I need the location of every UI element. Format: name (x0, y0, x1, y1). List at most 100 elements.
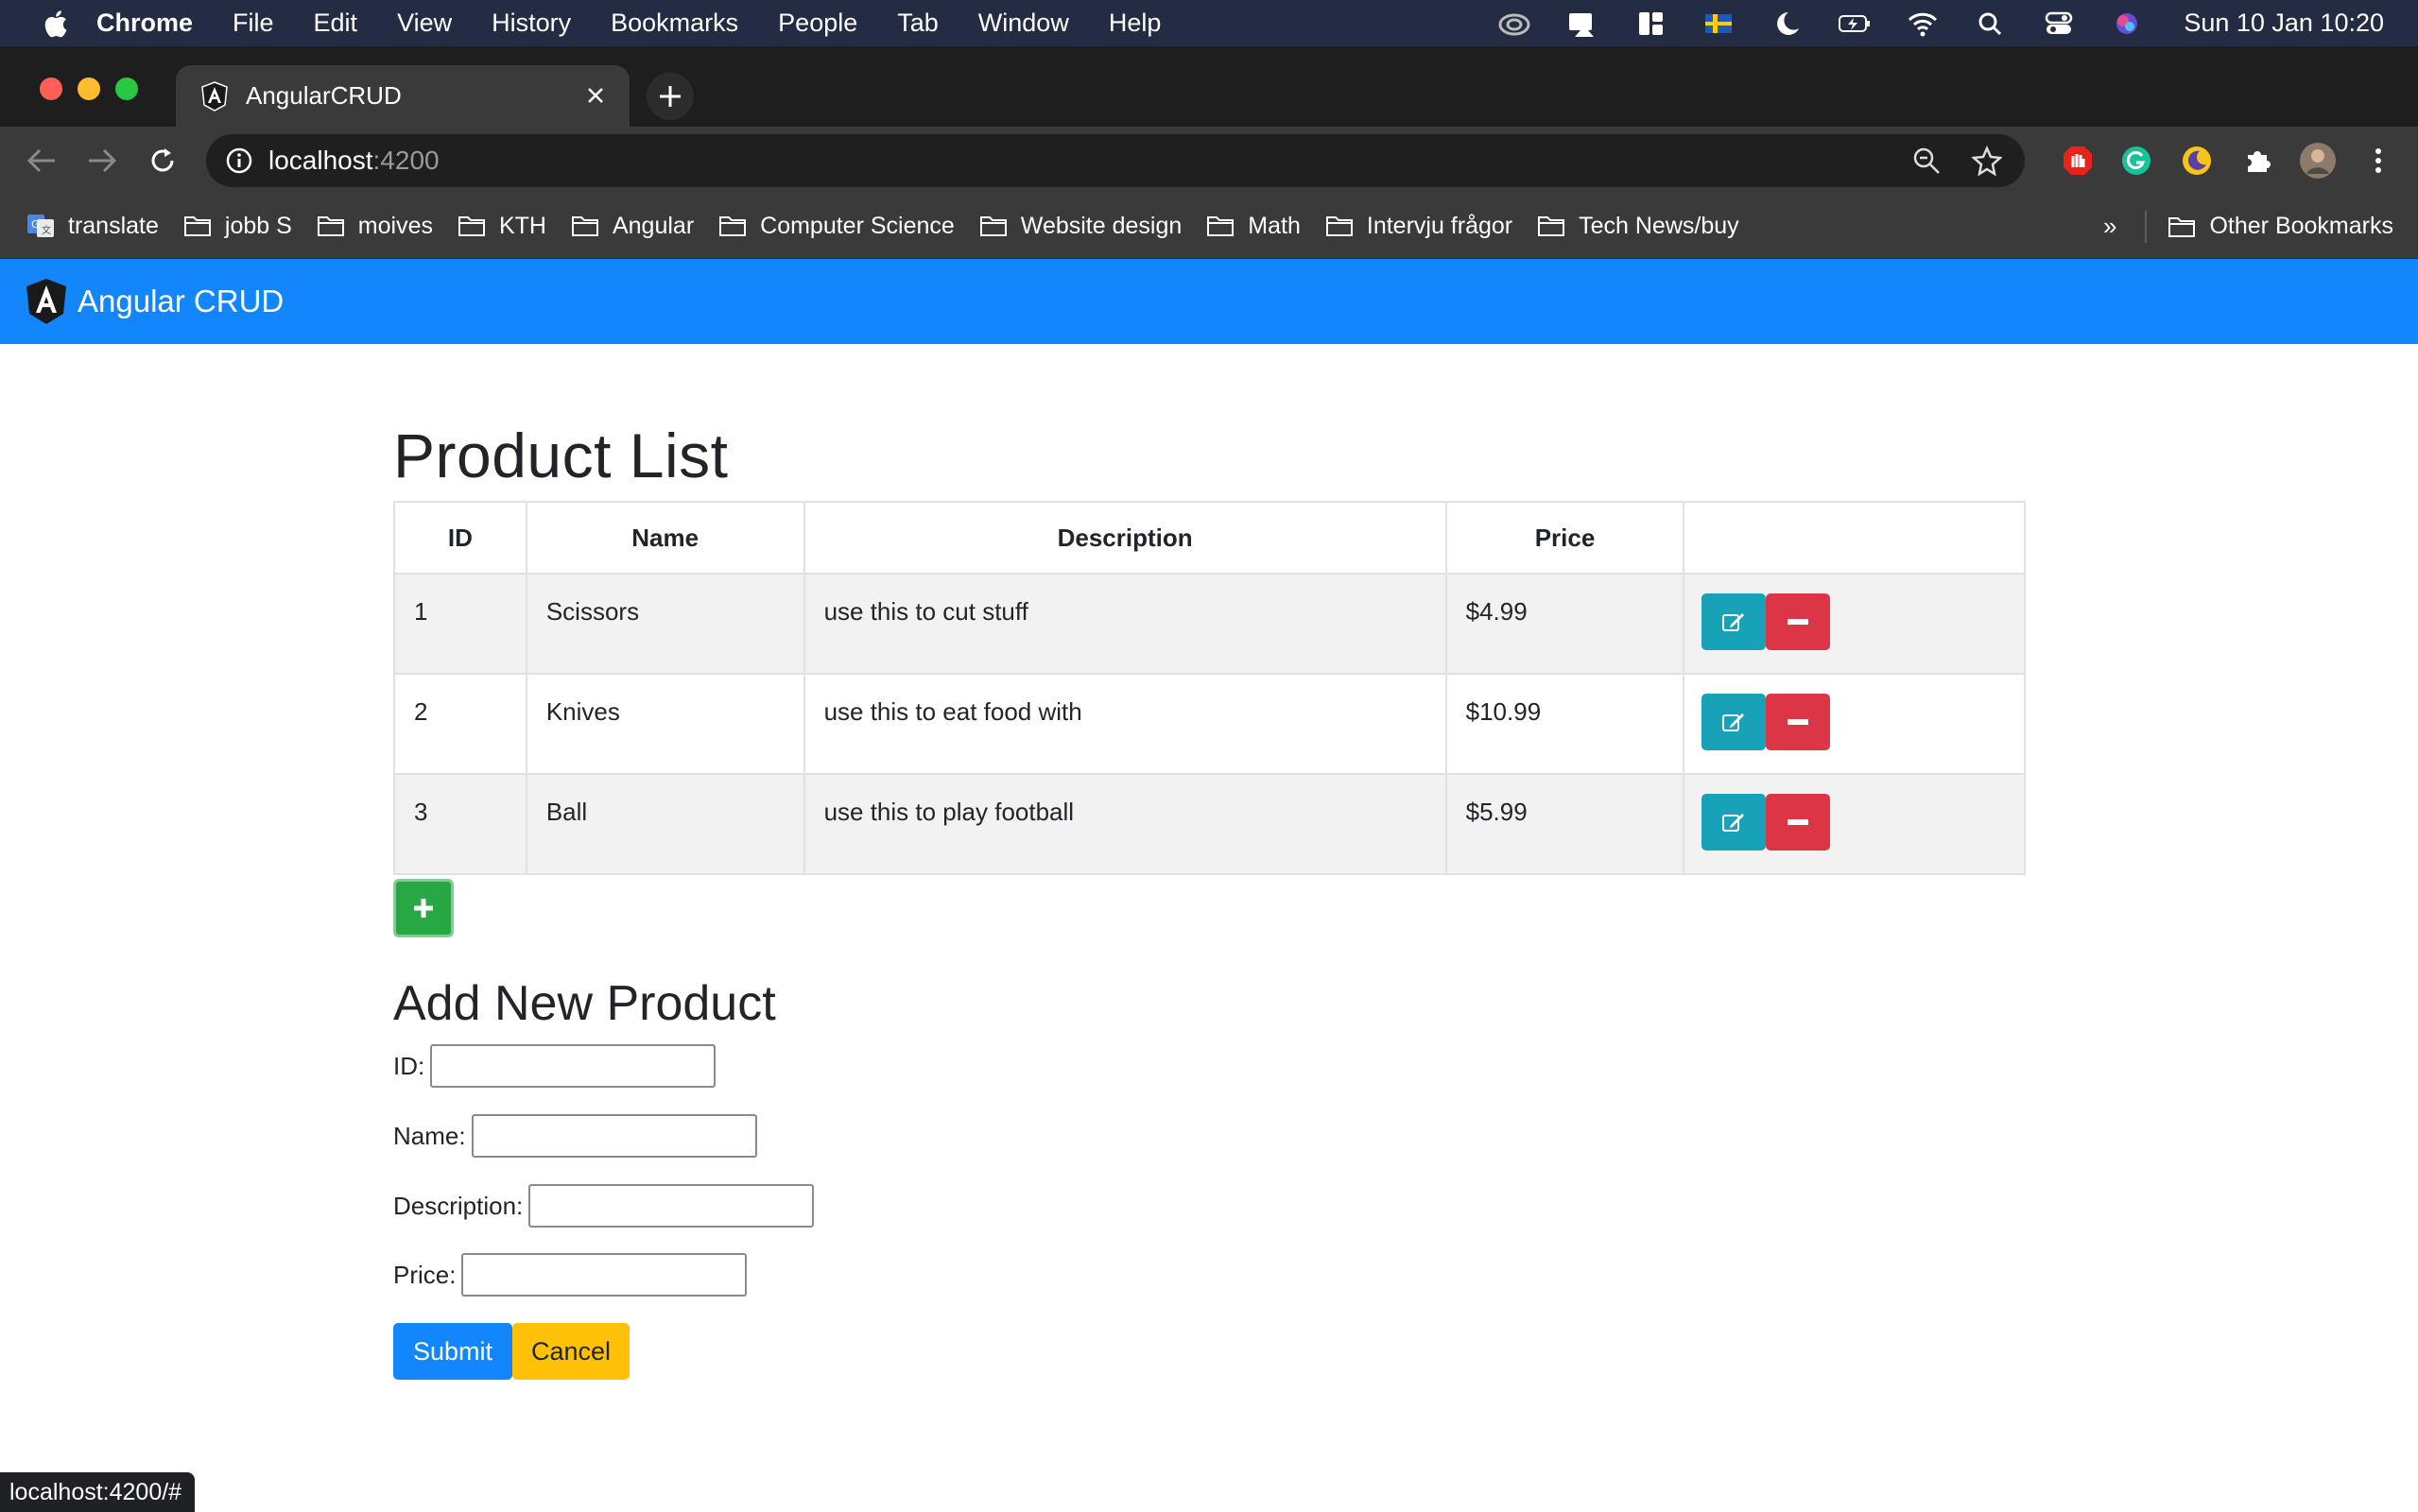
browser-window: AngularCRUD localhost:4200 G 文 translat… (0, 46, 2418, 259)
column-header-id: ID (393, 501, 527, 575)
siri-icon[interactable] (2108, 9, 2146, 38)
bookmarks-divider (2145, 210, 2148, 243)
folder-icon (1538, 216, 1565, 236)
angular-logo-icon[interactable] (25, 278, 68, 325)
angular-favicon-icon (201, 80, 228, 112)
url-port: :4200 (372, 146, 440, 175)
column-header-actions (1683, 501, 2026, 575)
bookmark-star-icon[interactable] (1968, 144, 2006, 178)
app-brand[interactable]: Angular CRUD (78, 284, 284, 319)
cell-id: 1 (393, 573, 527, 675)
svg-text:文: 文 (42, 224, 51, 236)
bookmark-folder-other[interactable]: Other Bookmarks (2168, 213, 2393, 240)
bookmark-folder-math[interactable]: Math (1206, 213, 1301, 240)
adblock-extension-icon[interactable] (2059, 142, 2097, 180)
creative-cloud-icon[interactable] (1495, 9, 1533, 38)
bookmark-folder-angular[interactable]: Angular (571, 213, 694, 240)
back-arrow-icon (26, 148, 55, 173)
window-zoom-button[interactable] (115, 77, 138, 100)
folder-icon (1325, 216, 1353, 236)
tab-close-icon[interactable] (580, 80, 611, 111)
bookmark-folder-computer-science[interactable]: Computer Science (718, 213, 955, 240)
cancel-button[interactable]: Cancel (512, 1323, 630, 1380)
price-input[interactable] (461, 1253, 748, 1297)
bookmark-folder-tech-news[interactable]: Tech News/buy (1537, 213, 1739, 240)
reload-button[interactable] (144, 142, 181, 180)
cell-price: $5.99 (1444, 773, 1685, 875)
menu-view[interactable]: View (397, 9, 452, 38)
edit-button[interactable] (1701, 694, 1767, 750)
cell-description: use this to eat food with (803, 673, 1447, 775)
menu-edit[interactable]: Edit (314, 9, 358, 38)
name-input[interactable] (471, 1114, 757, 1158)
new-tab-button[interactable] (647, 73, 694, 120)
menu-history[interactable]: History (492, 9, 571, 38)
bookmark-label: translate (68, 212, 159, 239)
submit-button[interactable]: Submit (393, 1323, 512, 1380)
moon-extension-icon[interactable] (2178, 142, 2216, 180)
address-bar[interactable]: localhost:4200 (206, 134, 2025, 187)
swedish-flag-icon[interactable] (1700, 9, 1737, 38)
delete-button[interactable] (1766, 593, 1831, 650)
table-row: 3 Ball use this to play football $5.99 (393, 773, 2026, 875)
chrome-menu-icon[interactable] (2359, 142, 2397, 180)
folder-icon (719, 216, 747, 236)
forward-arrow-icon (89, 148, 117, 173)
menu-tab[interactable]: Tab (897, 9, 939, 38)
menu-help[interactable]: Help (1109, 9, 1162, 38)
menu-window[interactable]: Window (978, 9, 1069, 38)
apple-icon[interactable] (42, 8, 68, 40)
spotlight-search-icon[interactable] (1972, 9, 2010, 38)
info-icon[interactable] (225, 146, 253, 175)
cell-description: use this to cut stuff (803, 573, 1447, 675)
bookmark-folder-moives[interactable]: moives (317, 213, 433, 240)
bookmark-folder-kth[interactable]: KTH (458, 213, 546, 240)
link-status-bar: localhost:4200/# (0, 1472, 196, 1512)
wifi-icon[interactable] (1904, 9, 1942, 38)
menu-people[interactable]: People (778, 9, 857, 38)
window-minimize-button[interactable] (78, 77, 100, 100)
tab-angularcrud[interactable]: AngularCRUD (176, 65, 630, 127)
minus-icon (1788, 819, 1809, 825)
edit-button[interactable] (1701, 593, 1767, 650)
table-row: 1 Scissors use this to cut stuff $4.99 (393, 573, 2026, 675)
delete-button[interactable] (1766, 794, 1831, 850)
more-bookmarks-button[interactable]: » (2103, 212, 2116, 241)
extensions-puzzle-icon[interactable] (2238, 142, 2276, 180)
id-input[interactable] (430, 1044, 717, 1088)
cell-id: 3 (393, 773, 527, 875)
menu-app-chrome[interactable]: Chrome (96, 9, 193, 38)
bookmark-translate[interactable]: G文 translate (26, 213, 159, 240)
control-center-icon[interactable] (2040, 9, 2078, 38)
edit-icon (1722, 814, 1745, 832)
back-button[interactable] (23, 142, 60, 180)
window-layout-icon[interactable] (1632, 9, 1669, 38)
profile-avatar[interactable] (2299, 142, 2337, 180)
bookmark-folder-jobb-s[interactable]: jobb S (183, 213, 292, 240)
delete-button[interactable] (1766, 694, 1831, 750)
plus-icon (414, 899, 433, 918)
menu-file[interactable]: File (233, 9, 274, 38)
add-product-button[interactable] (393, 879, 454, 937)
bookmark-folder-intervju-fragor[interactable]: Intervju frågor (1325, 213, 1512, 240)
zoom-icon[interactable] (1908, 144, 1945, 178)
price-label: Price: (393, 1260, 457, 1289)
menu-bookmarks[interactable]: Bookmarks (611, 9, 738, 38)
bookmark-label: moives (357, 212, 433, 239)
battery-icon[interactable] (1836, 9, 1874, 38)
menubar-clock[interactable]: Sun 10 Jan 10:20 (2184, 9, 2384, 38)
bookmark-label: Angular (612, 212, 695, 239)
window-close-button[interactable] (40, 77, 62, 100)
bookmark-folder-website-design[interactable]: Website design (979, 213, 1182, 240)
edit-button[interactable] (1701, 794, 1767, 850)
cell-price: $10.99 (1444, 673, 1685, 775)
grammarly-extension-icon[interactable] (2117, 142, 2155, 180)
column-header-description: Description (803, 501, 1447, 575)
forward-button[interactable] (83, 142, 121, 180)
cell-actions (1683, 673, 2026, 775)
screen-mirroring-icon[interactable] (1563, 9, 1601, 38)
description-input[interactable] (528, 1184, 815, 1228)
folder-icon (317, 216, 344, 236)
tab-title: AngularCRUD (246, 81, 402, 110)
moon-icon[interactable] (1768, 9, 1805, 38)
